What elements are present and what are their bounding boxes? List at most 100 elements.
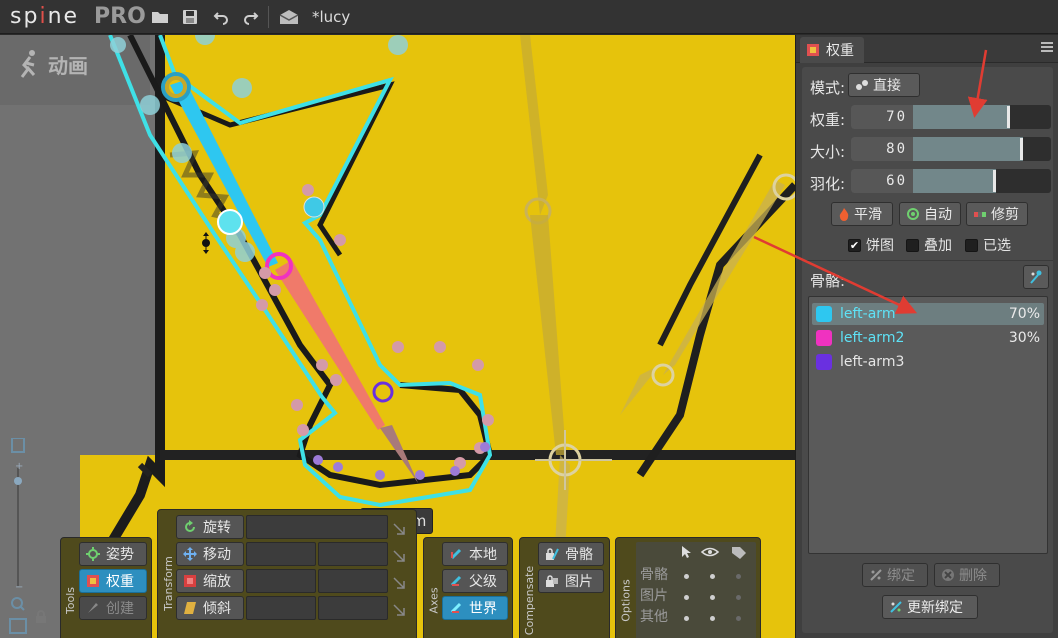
pie-chart-checkbox[interactable]: ✔ 饼图 (848, 235, 894, 255)
size-slider[interactable]: 80 (851, 137, 1051, 161)
bone-list-item[interactable]: left-arm2 30% (812, 327, 1044, 349)
compensate-images-button[interactable]: 图片 (538, 569, 604, 593)
rotate-icon (185, 520, 195, 532)
rotate-value-field[interactable] (246, 515, 388, 539)
canvas-viewport[interactable]: 动画 left-arm + − Tools 姿势 权重 创建 (0, 35, 795, 638)
bone-name: left-arm3 (840, 354, 905, 370)
size-value[interactable]: 80 (851, 137, 913, 161)
scale-y-field[interactable] (318, 569, 388, 593)
options-group: Options 骨骼 图片 其他 (615, 537, 761, 638)
option-toggle[interactable] (710, 595, 715, 600)
selected-only-checkbox[interactable]: 已选 (965, 235, 1011, 255)
option-toggle[interactable] (736, 574, 741, 579)
mode-dropdown[interactable]: 直接 (848, 73, 920, 97)
tools-group-label: Tools (64, 586, 78, 614)
animate-mode-label: 动画 (14, 47, 88, 81)
auto-button-label: 自动 (924, 207, 952, 223)
prune-button-label: 修剪 (991, 207, 1019, 223)
bone-list-item[interactable]: left-arm3 (812, 351, 1044, 373)
scale-x-field[interactable] (246, 569, 316, 593)
panel-menu-icon[interactable] (1041, 42, 1053, 54)
feather-label: 羽化: (810, 175, 846, 193)
create-tool-button[interactable]: 创建 (79, 596, 147, 620)
svg-text:+: + (15, 461, 23, 472)
move-arrows-icon (183, 547, 197, 561)
weights-tab[interactable]: 权重 (800, 37, 864, 63)
bone-list-item[interactable]: left-arm 70% (812, 303, 1044, 325)
auto-button[interactable]: 自动 (899, 202, 961, 226)
envelope-icon[interactable] (278, 7, 300, 27)
scale-tool-button[interactable]: 缩放 (176, 569, 244, 593)
feather-slider[interactable]: 60 (851, 169, 1051, 193)
scale-icon (184, 575, 196, 587)
option-toggle[interactable] (710, 574, 715, 579)
weight-label: 权重: (810, 111, 846, 129)
redo-icon[interactable] (241, 7, 261, 27)
options-row-other: 其他 (640, 609, 668, 625)
option-toggle[interactable] (684, 595, 689, 600)
shear-tool-button[interactable]: 倾斜 (176, 596, 244, 620)
lock-icon[interactable] (34, 610, 48, 624)
options-header-icons (682, 546, 746, 559)
shear-x-field[interactable] (246, 596, 316, 620)
translate-tool-button[interactable]: 移动 (176, 542, 244, 566)
options-row-images: 图片 (640, 588, 668, 604)
undo-icon[interactable] (211, 7, 231, 27)
shear-y-field[interactable] (318, 596, 388, 620)
local-axes-button[interactable]: 本地 (442, 542, 508, 566)
feather-value[interactable]: 60 (851, 169, 913, 193)
local-axes-label: 本地 (469, 547, 497, 563)
options-table: 骨骼 图片 其他 (636, 542, 756, 638)
option-toggle[interactable] (710, 616, 715, 621)
image-lock-icon (546, 575, 558, 587)
bone-lock-icon (546, 548, 559, 560)
size-slider-thumb[interactable] (1020, 138, 1023, 160)
option-toggle[interactable] (684, 616, 689, 621)
size-slider-fill (913, 137, 1023, 161)
zoom-handle (14, 477, 22, 485)
mode-label: 模式: (810, 79, 846, 97)
save-icon[interactable] (180, 7, 200, 27)
prune-button[interactable]: 修剪 (966, 202, 1028, 226)
bone-weight-percent: 30% (1008, 330, 1040, 346)
update-bind-button[interactable]: 更新绑定 (882, 595, 978, 619)
axes-group-label: Axes (427, 586, 441, 614)
local-axes-icon (450, 548, 462, 560)
option-toggle[interactable] (684, 574, 689, 579)
delete-button[interactable]: 删除 (934, 563, 1000, 587)
weight-value[interactable]: 70 (851, 105, 913, 129)
weights-tab-label: 权重 (826, 43, 854, 59)
weights-icon (87, 575, 99, 587)
update-bind-label: 更新绑定 (907, 600, 963, 616)
bone-color-swatch (816, 330, 832, 346)
option-toggle[interactable] (736, 595, 741, 600)
smooth-button[interactable]: 平滑 (831, 202, 893, 226)
bind-button[interactable]: 绑定 (862, 563, 928, 587)
feather-slider-thumb[interactable] (993, 170, 996, 192)
weights-panel: 权重 模式: 直接 权重: 70 大小: 80 羽化: 60 平滑 自动 修剪 … (795, 35, 1058, 638)
compensate-bones-label: 骨骼 (565, 547, 593, 563)
options-group-label: Options (619, 578, 633, 622)
option-toggle[interactable] (736, 616, 741, 621)
transform-group: Transform 旋转 移动 缩放 倾斜 (157, 509, 417, 638)
weights-tool-button[interactable]: 权重 (79, 569, 147, 593)
pick-bone-button[interactable] (1023, 265, 1049, 289)
pointer-icon (682, 546, 691, 558)
parent-axes-button[interactable]: 父级 (442, 569, 508, 593)
pose-tool-button[interactable]: 姿势 (79, 542, 147, 566)
unchecked-box-icon (906, 238, 919, 252)
open-folder-icon[interactable] (150, 7, 170, 27)
world-axes-icon (450, 602, 462, 614)
compensate-bones-button[interactable]: 骨骼 (538, 542, 604, 566)
weight-slider-thumb[interactable] (1007, 106, 1010, 128)
transform-reset-icons[interactable] (392, 520, 408, 620)
weight-slider[interactable]: 70 (851, 105, 1051, 129)
feather-slider-fill (913, 169, 996, 193)
overlay-checkbox[interactable]: 叠加 (906, 235, 952, 255)
axes-group: Axes 本地 父级 世界 (423, 537, 513, 638)
rotate-tool-button[interactable]: 旋转 (176, 515, 244, 539)
toolbar-divider (268, 6, 269, 28)
translate-x-field[interactable] (246, 542, 316, 566)
translate-y-field[interactable] (318, 542, 388, 566)
world-axes-button[interactable]: 世界 (442, 596, 508, 620)
